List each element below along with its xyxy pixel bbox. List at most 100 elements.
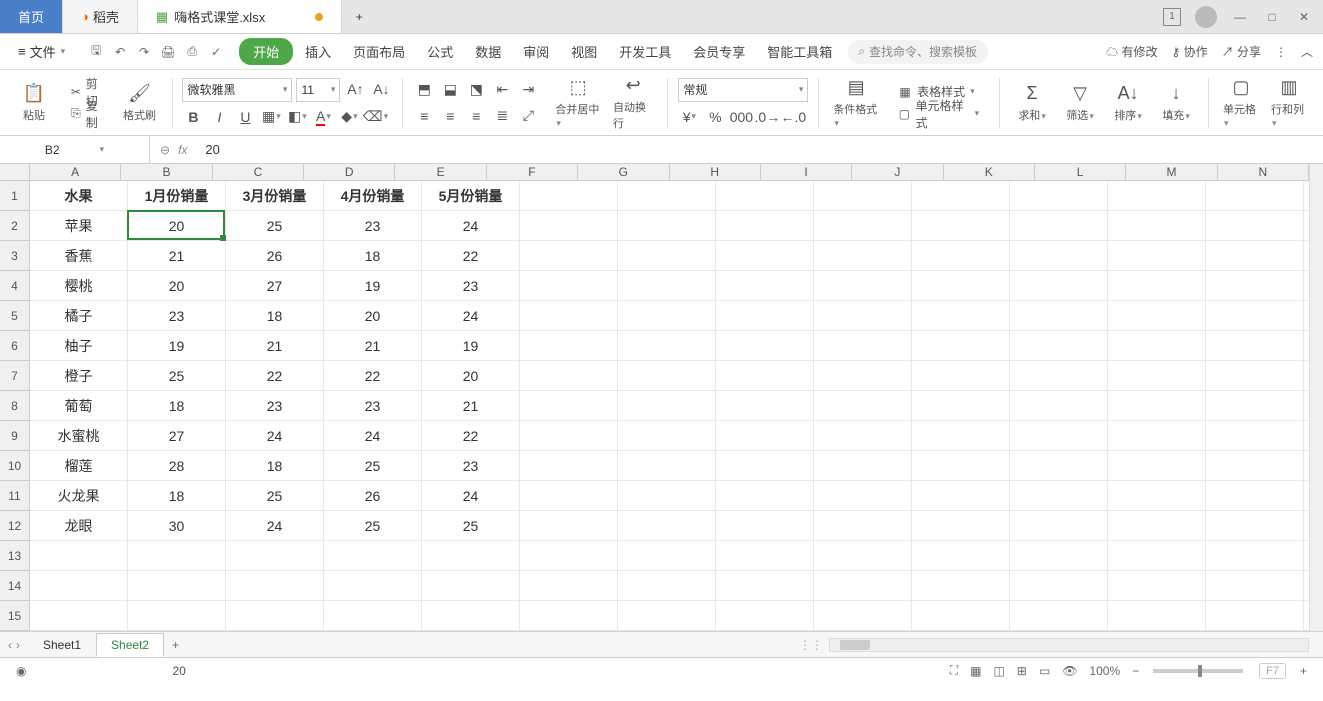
cell-style-button[interactable]: ▢单元格样式▾ <box>893 103 983 125</box>
cell[interactable] <box>814 241 912 271</box>
cell[interactable] <box>716 331 814 361</box>
cell[interactable]: 龙眼 <box>30 511 128 541</box>
cell[interactable] <box>1010 331 1108 361</box>
cell[interactable]: 1月份销量 <box>128 181 226 211</box>
align-right-icon[interactable]: ≡ <box>465 105 487 127</box>
collapse-ribbon-icon[interactable]: ︿ <box>1301 43 1313 60</box>
row-header[interactable]: 5 <box>0 301 30 331</box>
autosum-button[interactable]: Σ求和▾ <box>1010 75 1054 131</box>
qa-icon-0[interactable]: 🖫 <box>87 43 105 61</box>
cell[interactable] <box>814 481 912 511</box>
highlight-icon[interactable]: ◆▾ <box>338 106 360 128</box>
qa-icon-2[interactable]: ↷ <box>135 43 153 61</box>
row-header[interactable]: 10 <box>0 451 30 481</box>
filter-button[interactable]: ▽筛选▾ <box>1058 75 1102 131</box>
user-avatar[interactable] <box>1195 6 1217 28</box>
cell[interactable]: 19 <box>128 331 226 361</box>
cell[interactable] <box>1206 181 1304 211</box>
underline-icon[interactable]: U <box>234 106 256 128</box>
cell[interactable] <box>1010 241 1108 271</box>
cell[interactable] <box>1304 331 1309 361</box>
cell[interactable]: 22 <box>422 421 520 451</box>
cell[interactable] <box>912 421 1010 451</box>
align-bottom-icon[interactable]: ⬔ <box>465 79 487 101</box>
cell[interactable] <box>520 481 618 511</box>
share-link[interactable]: ↗ 分享 <box>1222 43 1261 60</box>
zoom-slider[interactable] <box>1153 669 1243 673</box>
cell[interactable] <box>128 571 226 601</box>
col-header[interactable]: K <box>944 164 1035 181</box>
row-header[interactable]: 11 <box>0 481 30 511</box>
cell[interactable] <box>520 361 618 391</box>
cell[interactable] <box>1108 421 1206 451</box>
cell[interactable] <box>1010 421 1108 451</box>
cell[interactable]: 3月份销量 <box>226 181 324 211</box>
col-header[interactable]: J <box>852 164 943 181</box>
cell[interactable] <box>814 181 912 211</box>
format-painter-button[interactable]: 🖌格式刷 <box>118 75 162 131</box>
cell[interactable] <box>520 331 618 361</box>
cell[interactable] <box>912 541 1010 571</box>
col-header[interactable]: E <box>395 164 486 181</box>
cell[interactable]: 18 <box>226 451 324 481</box>
cell[interactable] <box>1010 541 1108 571</box>
cell[interactable]: 5月份销量 <box>422 181 520 211</box>
row-header[interactable]: 14 <box>0 571 30 601</box>
cell[interactable]: 23 <box>324 211 422 241</box>
cell[interactable] <box>716 601 814 631</box>
read-mode-icon[interactable]: ▭ <box>1039 664 1050 678</box>
fill-button[interactable]: ↓填充▾ <box>1154 75 1198 131</box>
row-header[interactable]: 15 <box>0 601 30 631</box>
cell[interactable] <box>1304 601 1309 631</box>
view-pagelayout-icon[interactable]: ◫ <box>993 664 1004 678</box>
cell[interactable]: 25 <box>422 511 520 541</box>
split-handle[interactable]: ⋮⋮ <box>799 638 823 652</box>
cell[interactable] <box>1010 571 1108 601</box>
cell[interactable] <box>1010 211 1108 241</box>
cells-button[interactable]: ▢单元格▾ <box>1219 75 1263 131</box>
cell[interactable] <box>618 211 716 241</box>
cell[interactable] <box>1010 391 1108 421</box>
select-all-corner[interactable] <box>0 164 30 181</box>
cell[interactable] <box>814 451 912 481</box>
currency-icon[interactable]: ¥▾ <box>678 106 700 128</box>
cell[interactable] <box>1010 181 1108 211</box>
ribbon-tab-0[interactable]: 开始 <box>239 38 293 65</box>
font-family-combo[interactable]: 微软雅黑▾ <box>182 78 292 102</box>
cell[interactable]: 4月份销量 <box>324 181 422 211</box>
cell[interactable]: 21 <box>128 241 226 271</box>
cell[interactable]: 柚子 <box>30 331 128 361</box>
cell[interactable]: 28 <box>128 451 226 481</box>
col-header[interactable]: D <box>304 164 395 181</box>
cell[interactable] <box>520 421 618 451</box>
cell[interactable] <box>1010 361 1108 391</box>
view-normal-icon[interactable]: ▦ <box>970 664 981 678</box>
ribbon-tab-3[interactable]: 公式 <box>417 38 463 65</box>
qa-icon-5[interactable]: ✓ <box>207 43 225 61</box>
cell[interactable]: 葡萄 <box>30 391 128 421</box>
cell[interactable] <box>128 601 226 631</box>
col-header[interactable]: M <box>1126 164 1217 181</box>
cell[interactable] <box>912 211 1010 241</box>
cell[interactable] <box>912 271 1010 301</box>
has-changes-link[interactable]: ☁ 有修改 <box>1106 43 1157 60</box>
row-header[interactable]: 9 <box>0 421 30 451</box>
cell[interactable] <box>520 211 618 241</box>
cell[interactable] <box>1304 391 1309 421</box>
cell[interactable] <box>716 421 814 451</box>
sheet-tab[interactable]: Sheet1 <box>28 633 96 657</box>
cell[interactable]: 25 <box>324 511 422 541</box>
cell[interactable] <box>1304 481 1309 511</box>
cell[interactable] <box>716 451 814 481</box>
cell[interactable]: 30 <box>128 511 226 541</box>
cell[interactable] <box>1304 451 1309 481</box>
cell[interactable]: 18 <box>128 481 226 511</box>
cell[interactable]: 橙子 <box>30 361 128 391</box>
cell[interactable] <box>912 181 1010 211</box>
justify-icon[interactable]: ≣ <box>491 105 513 127</box>
cell[interactable] <box>912 481 1010 511</box>
cell[interactable] <box>1206 241 1304 271</box>
cell[interactable] <box>1108 301 1206 331</box>
cell[interactable] <box>618 361 716 391</box>
cell[interactable]: 23 <box>226 391 324 421</box>
